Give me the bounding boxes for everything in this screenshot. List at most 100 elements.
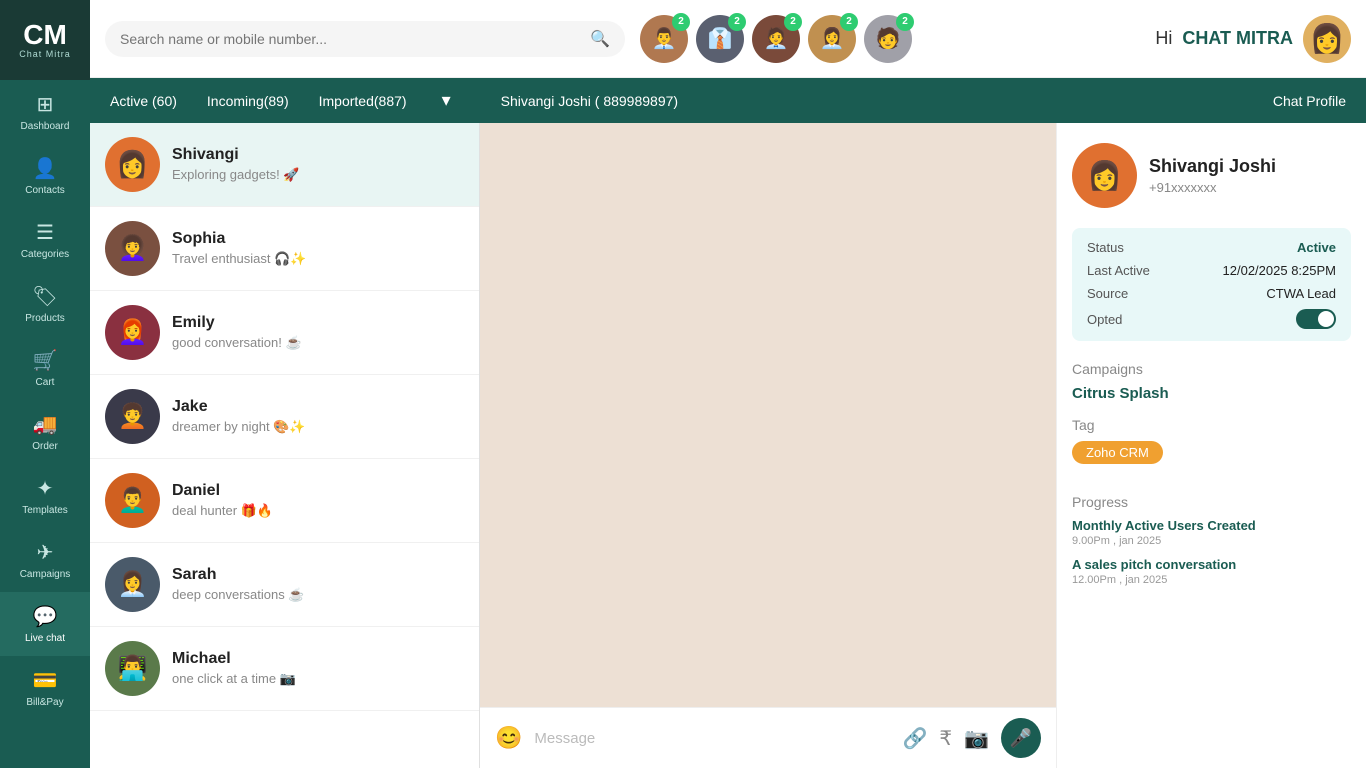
opted-toggle[interactable] — [1296, 309, 1336, 329]
avatar-stack: 👨‍💼 2 👔 2 🧑‍💼 2 👩‍💼 2 🧑 2 — [640, 15, 912, 63]
sidebar-item-label: Cart — [36, 377, 55, 388]
greeting-avatar: 👩 — [1303, 15, 1351, 63]
templates-icon: ✦ — [37, 476, 54, 501]
avatar-badge-5: 2 — [896, 13, 914, 31]
search-box[interactable]: 🔍 — [105, 21, 625, 57]
attach-icon[interactable]: 🔗 — [902, 726, 927, 751]
chat-item-jake[interactable]: 🧑‍🦱 Jake dreamer by night 🎨✨ — [90, 375, 479, 459]
cart-icon: 🛒 — [33, 348, 58, 373]
campaigns-icon: ✈ — [37, 540, 54, 565]
tab-imported[interactable]: Imported(887) — [319, 93, 407, 109]
last-active-label: Last Active — [1087, 263, 1150, 278]
tag-section: Tag Zoho CRM — [1072, 417, 1351, 479]
logo-subtitle: Chat Mitra — [19, 49, 71, 59]
chat-avatar-shivangi: 👩 — [105, 137, 160, 192]
chat-profile-button[interactable]: Chat Profile — [1273, 93, 1346, 109]
chat-preview: Exploring gadgets! 🚀 — [172, 167, 464, 183]
avatar-badge-3: 2 — [784, 13, 802, 31]
chat-item-daniel[interactable]: 👨‍🦱 Daniel deal hunter 🎁🔥 — [90, 459, 479, 543]
source-value: CTWA Lead — [1266, 286, 1336, 301]
agent-avatar-3[interactable]: 🧑‍💼 2 — [752, 15, 800, 63]
chat-item-sarah[interactable]: 👩‍💼 Sarah deep conversations ☕ — [90, 543, 479, 627]
chat-info-emily: Emily good conversation! ☕ — [172, 314, 464, 351]
chat-item-shivangi[interactable]: 👩 Shivangi Exploring gadgets! 🚀 — [90, 123, 479, 207]
chat-preview: one click at a time 📷 — [172, 671, 464, 687]
status-value: Active — [1297, 240, 1336, 255]
tab-incoming[interactable]: Incoming(89) — [207, 93, 289, 109]
sidebar-item-campaigns[interactable]: ✈ Campaigns — [0, 528, 90, 592]
campaign-name: Citrus Splash — [1072, 385, 1351, 402]
mic-button[interactable]: 🎤 — [1001, 718, 1041, 758]
search-icon: 🔍 — [590, 29, 610, 49]
agent-avatar-2[interactable]: 👔 2 — [696, 15, 744, 63]
greeting: Hi CHAT MITRA 👩 — [1155, 15, 1351, 63]
sidebar-item-products[interactable]: 🏷 Products — [0, 272, 90, 336]
sidebar-item-label: Bill&Pay — [26, 697, 63, 708]
avatar-badge-4: 2 — [840, 13, 858, 31]
sidebar-item-templates[interactable]: ✦ Templates — [0, 464, 90, 528]
avatar-badge-1: 2 — [672, 13, 690, 31]
sidebar-item-categories[interactable]: ☰ Categories — [0, 208, 90, 272]
campaigns-section: Campaigns Citrus Splash — [1072, 361, 1351, 402]
opted-label: Opted — [1087, 312, 1122, 327]
tag-badge: Zoho CRM — [1072, 441, 1163, 464]
chat-name: Sophia — [172, 230, 464, 248]
agent-avatar-1[interactable]: 👨‍💼 2 — [640, 15, 688, 63]
tag-label: Tag — [1072, 417, 1351, 433]
sidebar-item-label: Contacts — [25, 185, 64, 196]
last-active-value: 12/02/2025 8:25PM — [1223, 263, 1336, 278]
chevron-down-icon[interactable]: ▾ — [442, 90, 451, 111]
chat-item-michael[interactable]: 👨‍💻 Michael one click at a time 📷 — [90, 627, 479, 711]
progress-title-2: A sales pitch conversation — [1072, 557, 1351, 572]
greeting-brand: CHAT MITRA — [1182, 28, 1293, 49]
content-area: 👩 Shivangi Exploring gadgets! 🚀 👩‍🦱 Soph… — [90, 123, 1366, 768]
tab-active[interactable]: Active (60) — [110, 93, 177, 109]
message-input[interactable] — [534, 730, 890, 747]
progress-date-1: 9.00Pm , jan 2025 — [1072, 535, 1351, 547]
topbar: 🔍 👨‍💼 2 👔 2 🧑‍💼 2 👩‍💼 2 🧑 2 — [90, 0, 1366, 78]
status-row: Status Active — [1087, 240, 1336, 255]
chat-item-sophia[interactable]: 👩‍🦱 Sophia Travel enthusiast 🎧✨ — [90, 207, 479, 291]
agent-avatar-4[interactable]: 👩‍💼 2 — [808, 15, 856, 63]
chat-avatar-michael: 👨‍💻 — [105, 641, 160, 696]
sidebar-item-order[interactable]: 🚚 Order — [0, 400, 90, 464]
sidebar-item-billpay[interactable]: 💳 Bill&Pay — [0, 656, 90, 720]
sidebar-item-cart[interactable]: 🛒 Cart — [0, 336, 90, 400]
camera-icon[interactable]: 📷 — [964, 726, 989, 751]
campaigns-label: Campaigns — [1072, 361, 1351, 377]
chat-list: 👩 Shivangi Exploring gadgets! 🚀 👩‍🦱 Soph… — [90, 123, 480, 768]
chat-info-michael: Michael one click at a time 📷 — [172, 650, 464, 687]
status-label: Status — [1087, 240, 1124, 255]
sidebar: CM Chat Mitra ⊞ Dashboard 👤 Contacts ☰ C… — [0, 0, 90, 768]
sidebar-item-label: Products — [25, 313, 64, 324]
sidebar-item-label: Categories — [21, 249, 69, 260]
chat-preview: deep conversations ☕ — [172, 587, 464, 603]
rupee-icon[interactable]: ₹ — [939, 726, 952, 751]
chat-name: Emily — [172, 314, 464, 332]
chat-avatar-sophia: 👩‍🦱 — [105, 221, 160, 276]
subheader: Active (60) Incoming(89) Imported(887) ▾… — [90, 78, 1366, 123]
chat-preview: Travel enthusiast 🎧✨ — [172, 251, 464, 267]
last-active-row: Last Active 12/02/2025 8:25PM — [1087, 263, 1336, 278]
sidebar-item-livechat[interactable]: 💬 Live chat — [0, 592, 90, 656]
emoji-button[interactable]: 😊 — [495, 725, 522, 751]
info-card: Status Active Last Active 12/02/2025 8:2… — [1072, 228, 1351, 341]
sidebar-item-label: Campaigns — [20, 569, 71, 580]
contacts-icon: 👤 — [33, 156, 58, 181]
sidebar-item-label: Templates — [22, 505, 68, 516]
search-input[interactable] — [120, 31, 580, 47]
progress-date-2: 12.00Pm , jan 2025 — [1072, 574, 1351, 586]
sidebar-item-label: Dashboard — [21, 121, 70, 132]
profile-header: 👩 Shivangi Joshi +91xxxxxxx — [1072, 143, 1351, 208]
sidebar-item-dashboard[interactable]: ⊞ Dashboard — [0, 80, 90, 144]
chat-name: Shivangi — [172, 146, 464, 164]
progress-title-1: Monthly Active Users Created — [1072, 518, 1351, 533]
source-label: Source — [1087, 286, 1128, 301]
main-content: 🔍 👨‍💼 2 👔 2 🧑‍💼 2 👩‍💼 2 🧑 2 — [90, 0, 1366, 768]
opted-row: Opted — [1087, 309, 1336, 329]
sidebar-item-contacts[interactable]: 👤 Contacts — [0, 144, 90, 208]
agent-avatar-5[interactable]: 🧑 2 — [864, 15, 912, 63]
chat-item-emily[interactable]: 👩‍🦰 Emily good conversation! ☕ — [90, 291, 479, 375]
sidebar-item-label: Live chat — [25, 633, 65, 644]
chat-info-sophia: Sophia Travel enthusiast 🎧✨ — [172, 230, 464, 267]
